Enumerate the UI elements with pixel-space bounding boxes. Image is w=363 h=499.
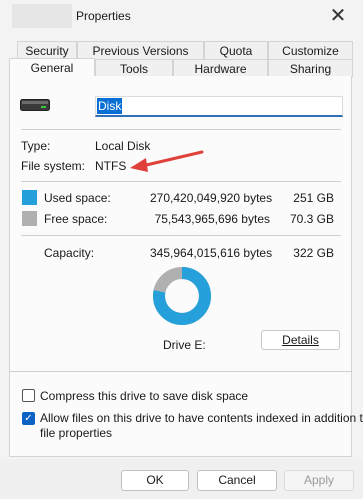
tab-general[interactable]: General [9,58,95,78]
blurred-drive-name [12,4,72,28]
window-title: Properties [76,9,131,23]
drive-name-input[interactable]: Disk [95,96,343,117]
close-button[interactable]: ✕ [321,2,355,30]
capacity-label: Capacity: [44,246,95,260]
used-space-bytes: 270,420,049,920 bytes [150,191,273,205]
compress-label: Compress this drive to save disk space [40,389,249,403]
capacity-bytes: 345,964,015,616 bytes [150,246,273,260]
divider-capacity [21,235,341,236]
used-space-swatch [22,190,37,205]
tab-previous-versions[interactable]: Previous Versions [77,41,204,59]
file-system-label: File system: [21,159,86,173]
tab-quota[interactable]: Quota [204,41,268,59]
hard-drive-icon [20,99,50,111]
type-label: Type: [21,139,51,153]
cancel-button[interactable]: Cancel [197,470,277,491]
capacity-size: 322 GB [293,246,334,260]
file-system-value: NTFS [95,159,127,173]
free-space-swatch [22,211,37,226]
free-space-size: 70.3 GB [289,212,334,226]
tab-sharing[interactable]: Sharing [268,59,353,77]
compress-checkbox[interactable] [22,389,35,402]
used-space-label: Used space: [44,191,111,205]
used-space-size: 251 GB [293,191,334,205]
free-space-label: Free space: [44,212,108,226]
free-space-bytes: 75,543,965,696 bytes [154,212,270,226]
drive-name-selected-text: Disk [97,98,123,114]
details-button-label: Details [282,333,319,347]
divider-top [21,129,341,130]
divider-bottom [10,371,352,372]
index-checkbox[interactable]: ✓ [22,412,35,425]
red-arrow-annotation [130,150,204,172]
disk-usage-donut-chart [153,267,211,325]
apply-button[interactable]: Apply [284,470,354,491]
ok-button[interactable]: OK [121,470,189,491]
tab-customize[interactable]: Customize [268,41,353,59]
drive-letter-label: Drive E: [163,338,206,352]
tab-security[interactable]: Security [17,41,77,59]
index-label-line2: file properties [40,426,113,440]
tab-hardware[interactable]: Hardware [173,59,268,77]
details-button[interactable]: Details [261,330,340,350]
index-label-line1: Allow files on this drive to have conten… [40,411,363,425]
tab-tools[interactable]: Tools [95,59,173,77]
divider-middle [21,181,341,182]
